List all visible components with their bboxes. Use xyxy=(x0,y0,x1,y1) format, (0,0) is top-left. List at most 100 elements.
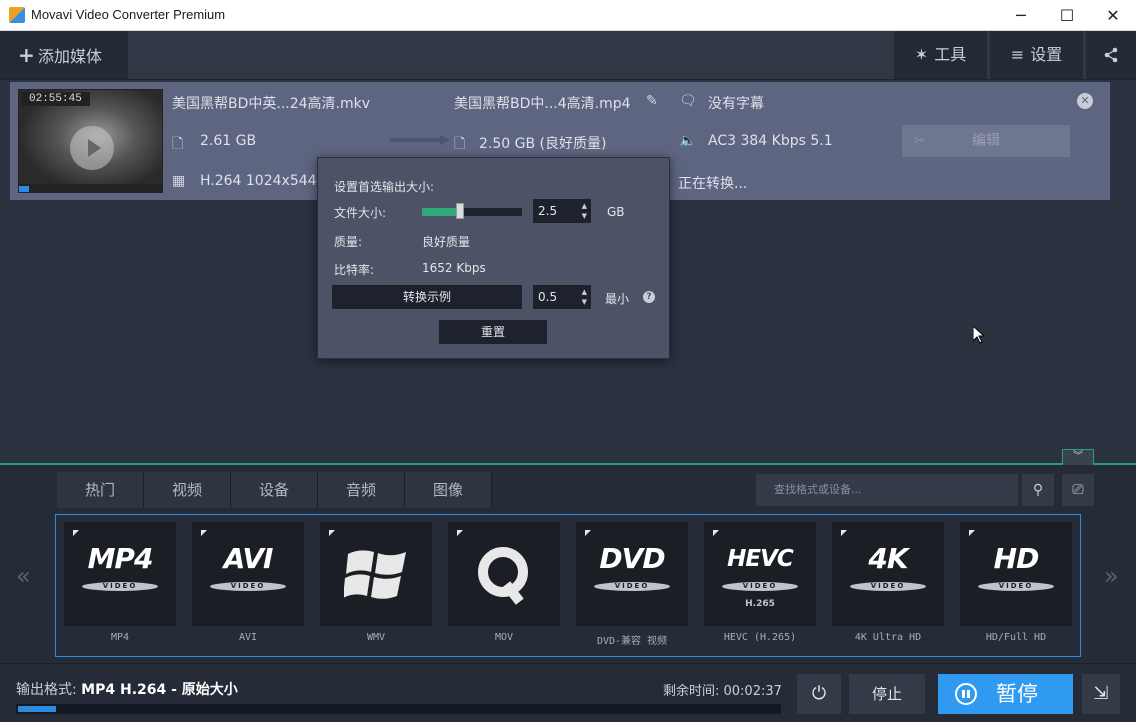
conversion-progress-bar xyxy=(16,704,781,714)
format-mp4[interactable]: MP4 VIDEO MP4 xyxy=(64,522,176,643)
tab-devices[interactable]: 设备 xyxy=(231,472,318,508)
increment-icon[interactable]: ▲ xyxy=(582,202,587,210)
pause-button[interactable]: 暂停 xyxy=(938,674,1073,714)
collapse-panel-icon[interactable]: ︾ xyxy=(1062,449,1094,465)
mouse-cursor-icon xyxy=(973,326,985,344)
add-media-button[interactable]: + 添加媒体 xyxy=(0,31,128,79)
magic-wand-icon: ✶ xyxy=(914,45,929,64)
format-mov[interactable]: MOV xyxy=(448,522,560,643)
slider-handle[interactable] xyxy=(456,203,464,219)
play-icon[interactable] xyxy=(70,126,114,170)
format-label: AVI xyxy=(238,632,258,643)
video-disc-label: VIDEO xyxy=(978,582,1054,591)
file-icon: 🗋 xyxy=(172,136,184,152)
help-icon[interactable]: ? xyxy=(643,291,655,303)
format-hd[interactable]: HD VIDEO HD/Full HD xyxy=(960,522,1072,643)
close-window-button[interactable]: ✕ xyxy=(1090,0,1136,31)
sample-length-input[interactable]: 0.5 ▲ ▼ xyxy=(533,285,591,309)
remove-file-icon[interactable]: ✕ xyxy=(1077,93,1093,109)
video-thumbnail[interactable]: 02:55:45 xyxy=(18,89,163,193)
thumbnail-progress-fill xyxy=(19,186,29,192)
prev-formats-icon[interactable]: « xyxy=(16,562,31,590)
format-tile: HEVC VIDEO H.265 xyxy=(704,522,816,626)
maximize-button[interactable]: ☐ xyxy=(1044,0,1090,31)
file-size-unit: GB xyxy=(607,205,625,219)
pause-label: 暂停 xyxy=(996,682,1038,706)
next-formats-icon[interactable]: » xyxy=(1104,562,1119,590)
subtitle-icon: 🗨 xyxy=(679,93,697,109)
quicktime-logo-icon xyxy=(478,547,528,605)
output-file-size[interactable]: 2.50 GB (良好质量) xyxy=(479,133,606,153)
settings-button[interactable]: ≡ 设置 xyxy=(990,31,1083,79)
tab-audio[interactable]: 音频 xyxy=(318,472,405,508)
pencil-icon[interactable]: ✎ xyxy=(646,93,658,109)
format-search-input[interactable]: 查找格式或设备... xyxy=(756,474,1018,506)
video-disc-label: VIDEO xyxy=(210,582,286,591)
output-size-popup: 设置首选输出大小: 文件大小: 2.5 ▲ ▼ GB 质量: 良好质量 比特率:… xyxy=(317,157,670,359)
speaker-icon: 🔈 xyxy=(679,133,697,149)
stop-button[interactable]: 停止 xyxy=(849,674,925,714)
format-tabs: 热门 视频 设备 音频 图像 xyxy=(57,472,492,508)
crop-tools-icon: ✂ xyxy=(914,133,926,149)
format-hevc[interactable]: HEVC VIDEO H.265 HEVC (H.265) xyxy=(704,522,816,643)
edit-button[interactable]: ✂ 编辑 xyxy=(902,125,1070,157)
avi-logo-icon: AVI xyxy=(223,542,274,575)
audio-track-select[interactable]: AC3 384 Kbps 5.1 xyxy=(708,133,833,149)
source-codec: H.264 1024x544 xyxy=(200,173,317,189)
format-label: WMV xyxy=(366,632,386,643)
power-icon[interactable]: ⏻ xyxy=(797,674,841,714)
format-4k[interactable]: 4K VIDEO 4K Ultra HD xyxy=(832,522,944,643)
convert-sample-button[interactable]: 转换示例 xyxy=(332,285,522,309)
minimize-button[interactable]: ─ xyxy=(998,0,1044,31)
open-folder-icon[interactable]: ⇲ xyxy=(1082,674,1120,714)
hevc-logo-icon: HEVC xyxy=(727,546,794,572)
decrement-icon[interactable]: ▼ xyxy=(582,212,587,220)
format-tile xyxy=(320,522,432,626)
windows-logo-icon xyxy=(344,550,406,599)
video-disc-label: VIDEO xyxy=(722,582,798,591)
share-icon xyxy=(1104,47,1118,63)
format-tile: 4K VIDEO xyxy=(832,522,944,626)
format-wmv[interactable]: WMV xyxy=(320,522,432,643)
increment-icon[interactable]: ▲ xyxy=(582,288,587,296)
source-file-size: 2.61 GB xyxy=(200,133,257,149)
tab-images[interactable]: 图像 xyxy=(405,472,492,508)
format-label: HD/Full HD xyxy=(985,632,1047,643)
format-list: MP4 VIDEO MP4 AVI VIDEO AVI WMV MOV DVD … xyxy=(55,514,1081,657)
search-icon[interactable]: ⚲ xyxy=(1022,474,1054,506)
conversion-status: 正在转换... xyxy=(678,176,748,192)
format-dvd[interactable]: DVD VIDEO DVD-兼容 视频 xyxy=(576,522,688,647)
format-tile: MP4 VIDEO xyxy=(64,522,176,626)
video-disc-label: VIDEO xyxy=(82,582,158,591)
video-disc-label: VIDEO xyxy=(594,582,670,591)
status-bar: 输出格式: MP4 H.264 - 原始大小 剩余时间: 00:02:37 ⏻ … xyxy=(0,663,1136,722)
reset-button[interactable]: 重置 xyxy=(439,320,547,344)
tab-video[interactable]: 视频 xyxy=(144,472,231,508)
mp4-logo-icon: MP4 xyxy=(87,542,154,575)
output-format[interactable]: 输出格式: MP4 H.264 - 原始大小 xyxy=(16,679,238,699)
device-detect-icon[interactable]: ⎚ xyxy=(1062,474,1094,506)
quality-label: 质量: xyxy=(334,235,363,249)
share-button[interactable] xyxy=(1086,31,1136,79)
file-size-input[interactable]: 2.5 ▲ ▼ xyxy=(533,199,591,223)
subtitle-select[interactable]: 没有字幕 xyxy=(708,93,764,113)
hevc-sub-label: H.265 xyxy=(745,599,775,609)
tools-button[interactable]: ✶ 工具 xyxy=(894,31,987,79)
format-avi[interactable]: AVI VIDEO AVI xyxy=(192,522,304,643)
format-label: MOV xyxy=(494,632,514,643)
file-size-label: 文件大小: xyxy=(334,206,387,220)
title-bar: Movavi Video Converter Premium ─ ☐ ✕ xyxy=(0,0,1136,31)
toolbar: + 添加媒体 ✶ 工具 ≡ 设置 xyxy=(0,31,1136,80)
duration-badge: 02:55:45 xyxy=(21,92,90,106)
conversion-progress-fill xyxy=(18,706,56,712)
output-format-value: MP4 H.264 - 原始大小 xyxy=(81,682,238,698)
output-file-name: 美国黑帮BD中...4高清.mp4 xyxy=(454,96,631,112)
tab-popular[interactable]: 热门 xyxy=(57,472,144,508)
video-disc-label: VIDEO xyxy=(850,582,926,591)
sample-length-unit: 最小 xyxy=(605,292,630,306)
decrement-icon[interactable]: ▼ xyxy=(582,298,587,306)
file-size-slider[interactable] xyxy=(422,208,522,216)
app-logo-icon xyxy=(9,7,25,23)
sample-length-value: 0.5 xyxy=(538,290,558,304)
tools-label: 工具 xyxy=(934,45,967,64)
